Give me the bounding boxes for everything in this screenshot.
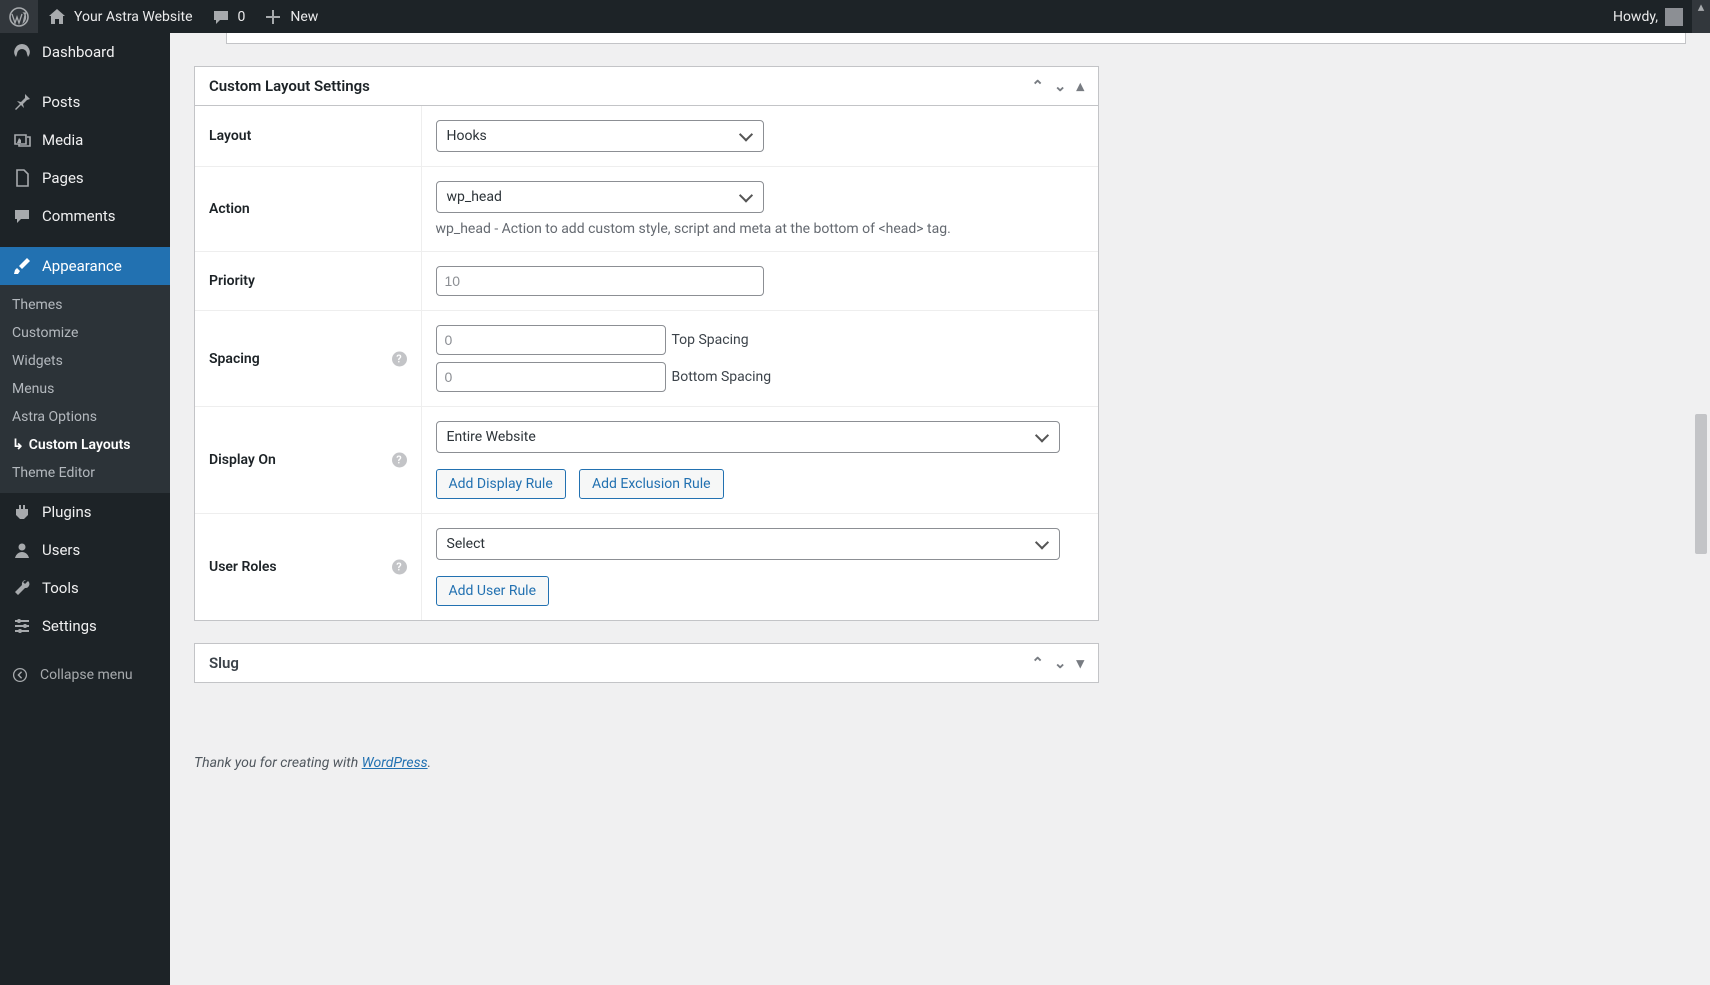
wrench-icon (12, 578, 32, 598)
help-icon[interactable]: ? (392, 453, 407, 468)
submenu-themes[interactable]: Themes (0, 291, 170, 319)
home-icon (47, 7, 67, 27)
top-spacing-input[interactable] (436, 325, 666, 355)
help-icon[interactable]: ? (392, 351, 407, 366)
menu-tools[interactable]: Tools (0, 569, 170, 607)
new-content-link[interactable]: New (254, 0, 327, 33)
move-up-icon[interactable]: ⌃ (1031, 77, 1044, 95)
add-display-rule-button[interactable]: Add Display Rule (436, 469, 566, 499)
menu-pages[interactable]: Pages (0, 159, 170, 197)
label-display-on: Display On ? (195, 407, 421, 514)
menu-plugins[interactable]: Plugins (0, 493, 170, 531)
slug-controls: ⌃ ⌄ ▾ (1031, 654, 1084, 672)
action-description: wp_head - Action to add custom style, sc… (436, 221, 1085, 237)
slug-title: Slug (209, 654, 239, 672)
row-display-on: Display On ? Entire Website Add Display … (195, 407, 1098, 514)
help-icon[interactable]: ? (392, 560, 407, 575)
priority-input[interactable] (436, 266, 764, 296)
menu-dashboard[interactable]: Dashboard (0, 33, 170, 71)
appearance-submenu: Themes Customize Widgets Menus Astra Opt… (0, 285, 170, 493)
menu-settings[interactable]: Settings (0, 607, 170, 645)
metabox-body: Layout Hooks Action wp_head wp_head - Ac… (195, 106, 1098, 620)
account-link[interactable]: Howdy, (1604, 0, 1692, 33)
user-icon (12, 540, 32, 560)
menu-appearance[interactable]: Appearance (0, 247, 170, 285)
submenu-astra-options[interactable]: Astra Options (0, 403, 170, 431)
submenu-widgets[interactable]: Widgets (0, 347, 170, 375)
content-area: Custom Layout Settings ⌃ ⌄ ▴ Layout Hook… (170, 33, 1710, 791)
layouts-icon: ↳ (12, 437, 24, 453)
submenu-menus[interactable]: Menus (0, 375, 170, 403)
scroll-top-indicator[interactable]: ▴ (1692, 0, 1710, 33)
wordpress-link[interactable]: WordPress (362, 755, 428, 771)
submenu-custom-layouts[interactable]: ↳Custom Layouts (0, 431, 170, 459)
sliders-icon (12, 616, 32, 636)
menu-posts[interactable]: Posts (0, 83, 170, 121)
label-action: Action (195, 167, 421, 252)
pages-icon (12, 168, 32, 188)
site-title: Your Astra Website (74, 9, 193, 25)
move-down-icon[interactable]: ⌄ (1054, 77, 1067, 95)
admin-bar: Your Astra Website 0 New Howdy, ▴ (0, 0, 1710, 33)
site-name-link[interactable]: Your Astra Website (38, 0, 202, 33)
custom-layout-settings-box: Custom Layout Settings ⌃ ⌄ ▴ Layout Hook… (194, 66, 1099, 621)
submenu-customize[interactable]: Customize (0, 319, 170, 347)
label-layout: Layout (195, 106, 421, 167)
row-spacing: Spacing ? Top Spacing Bottom Spacing (195, 311, 1098, 407)
bottom-spacing-input[interactable] (436, 362, 666, 392)
collapse-menu[interactable]: Collapse menu (0, 657, 170, 693)
wordpress-icon (9, 7, 29, 27)
label-priority: Priority (195, 252, 421, 311)
media-icon (12, 130, 32, 150)
metabox-title: Custom Layout Settings (209, 77, 370, 95)
user-roles-select[interactable]: Select (436, 528, 1060, 560)
display-on-select[interactable]: Entire Website (436, 421, 1060, 453)
menu-media[interactable]: Media (0, 121, 170, 159)
wp-logo-menu[interactable] (0, 0, 38, 33)
toggle-panel-icon[interactable]: ▾ (1076, 654, 1084, 672)
pin-icon (12, 92, 32, 112)
scrollbar[interactable] (1692, 33, 1710, 985)
action-select[interactable]: wp_head (436, 181, 764, 213)
plugin-icon (12, 502, 32, 522)
label-user-roles: User Roles ? (195, 514, 421, 621)
metabox-controls: ⌃ ⌄ ▴ (1031, 77, 1084, 95)
brush-icon (12, 256, 32, 276)
menu-comments[interactable]: Comments (0, 197, 170, 235)
previous-metabox-bottom (226, 33, 1686, 44)
dashboard-icon (12, 42, 32, 62)
comment-icon (211, 7, 231, 27)
comments-link[interactable]: 0 (202, 0, 255, 33)
collapse-icon (12, 667, 28, 683)
add-user-rule-button[interactable]: Add User Rule (436, 576, 550, 606)
menu-users[interactable]: Users (0, 531, 170, 569)
howdy-text: Howdy, (1613, 9, 1658, 25)
plus-icon (263, 7, 283, 27)
move-up-icon[interactable]: ⌃ (1031, 654, 1044, 672)
avatar (1665, 8, 1683, 26)
scrollbar-thumb[interactable] (1695, 414, 1707, 554)
metabox-header[interactable]: Custom Layout Settings ⌃ ⌄ ▴ (195, 67, 1098, 106)
slug-box[interactable]: Slug ⌃ ⌄ ▾ (194, 643, 1099, 683)
top-spacing-label: Top Spacing (672, 332, 749, 348)
toggle-panel-icon[interactable]: ▴ (1076, 77, 1084, 95)
comments-icon (12, 206, 32, 226)
move-down-icon[interactable]: ⌄ (1054, 654, 1067, 672)
row-user-roles: User Roles ? Select Add User Rule (195, 514, 1098, 621)
footer-thankyou: Thank you for creating with WordPress. (194, 755, 1686, 771)
comment-count: 0 (238, 9, 246, 25)
row-layout: Layout Hooks (195, 106, 1098, 167)
row-priority: Priority (195, 252, 1098, 311)
row-action: Action wp_head wp_head - Action to add c… (195, 167, 1098, 252)
admin-menu: Dashboard Posts Media Pages Comments App… (0, 33, 170, 985)
layout-select[interactable]: Hooks (436, 120, 764, 152)
add-exclusion-rule-button[interactable]: Add Exclusion Rule (579, 469, 724, 499)
submenu-theme-editor[interactable]: Theme Editor (0, 459, 170, 487)
label-spacing: Spacing ? (195, 311, 421, 407)
bottom-spacing-label: Bottom Spacing (672, 369, 772, 385)
new-label: New (290, 9, 318, 25)
